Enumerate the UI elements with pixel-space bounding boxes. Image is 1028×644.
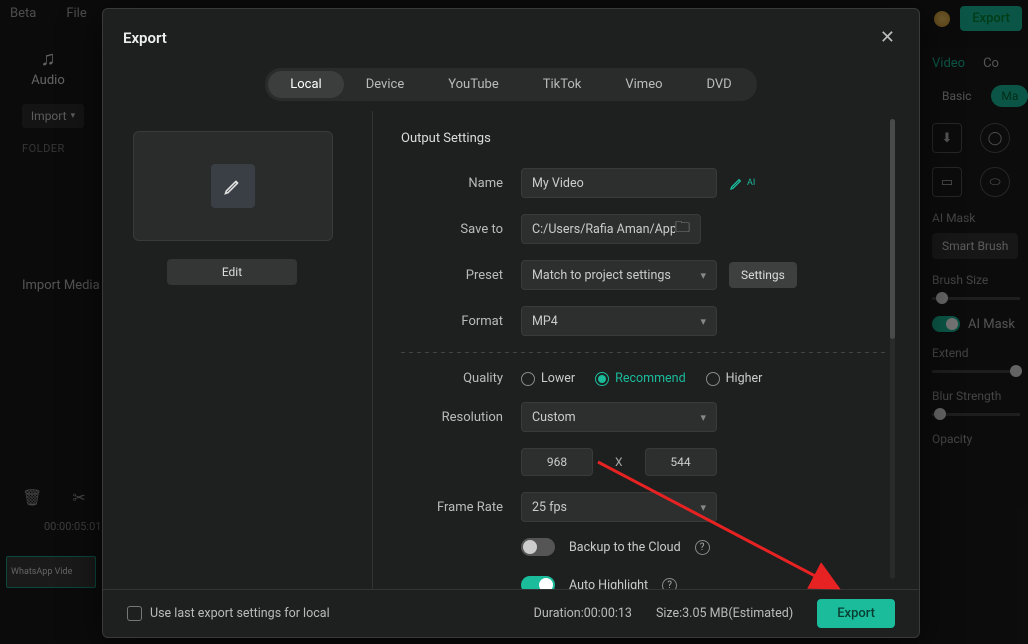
close-icon[interactable]: ✕ [876, 23, 899, 52]
tab-youtube[interactable]: YouTube [426, 71, 521, 98]
help-icon[interactable]: ? [662, 578, 677, 590]
tab-tiktok[interactable]: TikTok [521, 71, 604, 98]
chevron-down-icon: ▾ [700, 411, 706, 424]
resolution-label: Resolution [401, 410, 521, 425]
width-input[interactable] [521, 448, 593, 476]
quality-recommend-radio[interactable]: Recommend [595, 371, 686, 386]
output-settings-header: Output Settings [401, 131, 887, 146]
checkbox-icon [127, 606, 142, 621]
save-to-value: C:/Users/Rafia Aman/AppData [532, 222, 675, 237]
format-select[interactable]: MP4 ▾ [521, 306, 717, 336]
edit-button[interactable]: Edit [167, 259, 297, 285]
tab-device[interactable]: Device [344, 71, 427, 98]
quality-label: Quality [401, 371, 521, 386]
height-input[interactable] [645, 448, 717, 476]
frame-rate-select[interactable]: 25 fps ▾ [521, 492, 717, 522]
scrollbar[interactable] [890, 119, 895, 579]
resolution-value: Custom [532, 410, 576, 425]
scrollbar-thumb[interactable] [890, 119, 895, 339]
auto-highlight-label: Auto Highlight [569, 578, 648, 590]
help-icon[interactable]: ? [695, 540, 710, 555]
quality-higher-radio[interactable]: Higher [706, 371, 763, 386]
dialog-title: Export [123, 29, 167, 47]
quality-lower-label: Lower [541, 371, 575, 386]
duration-info: Duration:00:00:13 [534, 606, 632, 621]
preset-value: Match to project settings [532, 268, 671, 283]
frame-rate-value: 25 fps [532, 500, 567, 515]
quality-recommend-label: Recommend [615, 371, 686, 386]
save-to-field[interactable]: C:/Users/Rafia Aman/AppData 🗀 [521, 214, 701, 244]
name-input[interactable] [521, 168, 717, 198]
preset-select[interactable]: Match to project settings ▾ [521, 260, 717, 290]
chevron-down-icon: ▾ [700, 501, 706, 514]
chevron-down-icon: ▾ [700, 269, 706, 282]
dimension-separator: X [615, 455, 623, 469]
save-to-label: Save to [401, 222, 521, 237]
settings-button[interactable]: Settings [729, 262, 797, 288]
preview-thumbnail [133, 131, 333, 241]
ai-rename-icon[interactable]: AI [729, 175, 755, 191]
export-dialog: Export ✕ Local Device YouTube TikTok Vim… [102, 8, 920, 638]
export-button[interactable]: Export [817, 599, 895, 628]
tab-vimeo[interactable]: Vimeo [603, 71, 684, 98]
quality-lower-radio[interactable]: Lower [521, 371, 575, 386]
preset-label: Preset [401, 268, 521, 283]
size-info: Size:3.05 MB(Estimated) [656, 606, 793, 621]
use-last-settings-checkbox[interactable]: Use last export settings for local [127, 606, 330, 621]
tab-dvd[interactable]: DVD [685, 71, 754, 98]
chevron-down-icon: ▾ [700, 315, 706, 328]
format-label: Format [401, 314, 521, 329]
tab-local[interactable]: Local [268, 71, 343, 98]
resolution-select[interactable]: Custom ▾ [521, 402, 717, 432]
backup-cloud-label: Backup to the Cloud [569, 540, 681, 555]
use-last-settings-label: Use last export settings for local [150, 606, 330, 621]
pencil-icon [211, 164, 255, 208]
quality-higher-label: Higher [726, 371, 763, 386]
export-target-tabs: Local Device YouTube TikTok Vimeo DVD [265, 68, 756, 101]
frame-rate-label: Frame Rate [401, 500, 521, 515]
backup-cloud-toggle[interactable] [521, 538, 555, 556]
format-value: MP4 [532, 314, 558, 329]
divider [401, 352, 887, 353]
name-label: Name [401, 176, 521, 191]
folder-icon[interactable]: 🗀 [675, 217, 690, 242]
auto-highlight-toggle[interactable] [521, 576, 555, 589]
